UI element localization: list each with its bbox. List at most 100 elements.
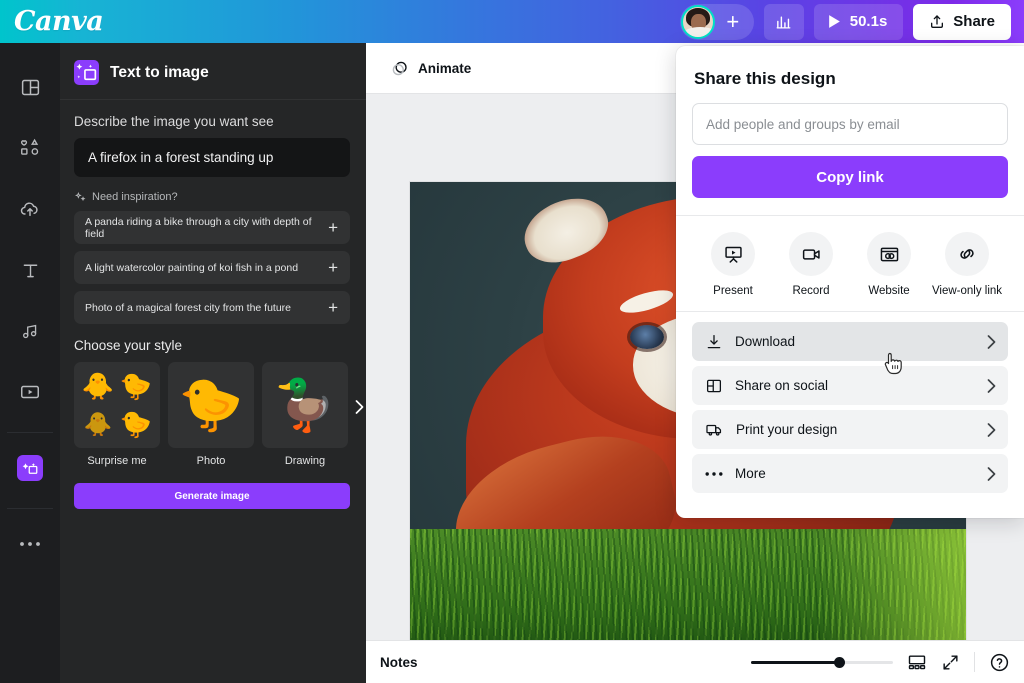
zoom-slider[interactable] xyxy=(751,654,893,670)
rail-divider xyxy=(7,432,53,433)
add-suggestion-button[interactable]: + xyxy=(328,219,338,236)
more-menu-item[interactable]: More xyxy=(692,454,1008,493)
drawing-duck-icon: 🦆 xyxy=(262,362,348,448)
bottom-bar-divider xyxy=(974,652,975,672)
sidebar-item-design[interactable] xyxy=(7,59,53,115)
download-menu-item[interactable]: Download xyxy=(692,322,1008,361)
share-button-label: Share xyxy=(953,13,995,30)
list-item[interactable]: A light watercolor painting of koi fish … xyxy=(74,251,350,284)
text-to-image-panel: Text to image Describe the image you wan… xyxy=(60,43,366,683)
grid-view-button[interactable] xyxy=(907,652,927,672)
four-ducks-grid-icon: 🐥 🐤 🐥 🐤 xyxy=(74,362,160,448)
website-button[interactable]: Website xyxy=(853,232,925,297)
copy-link-button[interactable]: Copy link xyxy=(692,156,1008,198)
cloud-upload-icon xyxy=(19,198,41,220)
help-button[interactable] xyxy=(989,652,1010,673)
share-menu-list: Download Share on social Print your desi… xyxy=(692,312,1008,493)
collaborators-group: + xyxy=(679,3,754,40)
style-carousel: 🐥 🐤 🐥 🐤 Surprise me 🐤 Photo 🦆 Drawing xyxy=(74,362,363,467)
play-icon xyxy=(828,14,841,29)
magic-media-icon xyxy=(74,60,99,85)
menu-item-label: More xyxy=(735,466,766,481)
sidebar-item-audio[interactable] xyxy=(7,303,53,359)
record-button[interactable]: Record xyxy=(775,232,847,297)
need-inspiration-row: Need inspiration? xyxy=(75,191,350,203)
chevron-right-icon xyxy=(987,422,996,437)
duration-label: 50.1s xyxy=(849,13,888,30)
chevron-right-icon[interactable] xyxy=(350,396,368,418)
ellipsis-icon xyxy=(705,471,723,477)
sidebar-item-uploads[interactable] xyxy=(7,181,53,237)
sidebar-item-text[interactable] xyxy=(7,242,53,298)
shapes-icon xyxy=(19,137,41,159)
ellipsis-icon xyxy=(19,540,41,548)
expand-button[interactable] xyxy=(941,653,960,672)
share-button[interactable]: Share xyxy=(913,3,1011,40)
quick-action-label: Present xyxy=(713,285,753,297)
style-option-drawing[interactable]: 🦆 Drawing xyxy=(262,362,348,467)
style-option-label: Surprise me xyxy=(87,455,147,467)
animate-circles-icon xyxy=(390,59,409,78)
play-duration-button[interactable]: 50.1s xyxy=(813,3,904,40)
share-on-social-menu-item[interactable]: Share on social xyxy=(692,366,1008,405)
delivery-truck-icon xyxy=(705,420,724,439)
panda-eye-left xyxy=(629,324,665,349)
download-arrow-icon xyxy=(705,333,723,351)
animate-button[interactable]: Animate xyxy=(380,52,481,84)
share-popover: Share this design Add people and groups … xyxy=(676,46,1024,518)
magic-media-icon xyxy=(17,455,43,481)
style-option-photo[interactable]: 🐤 Photo xyxy=(168,362,254,467)
need-inspiration-label: Need inspiration? xyxy=(92,191,178,203)
sidebar-item-videos[interactable] xyxy=(7,364,53,420)
panda-ear-left xyxy=(514,186,617,274)
video-camera-icon xyxy=(789,232,833,276)
panel-body: Describe the image you want see A firefo… xyxy=(60,100,366,509)
sidebar-item-elements[interactable] xyxy=(7,120,53,176)
list-item[interactable]: A panda riding a bike through a city wit… xyxy=(74,211,350,244)
sparkle-icon xyxy=(75,191,86,203)
add-suggestion-button[interactable]: + xyxy=(328,299,338,316)
add-suggestion-button[interactable]: + xyxy=(328,259,338,276)
print-your-design-menu-item[interactable]: Print your design xyxy=(692,410,1008,449)
list-item[interactable]: Photo of a magical forest city from the … xyxy=(74,291,350,324)
music-note-icon xyxy=(20,321,41,342)
chevron-right-icon xyxy=(987,466,996,481)
insights-button[interactable] xyxy=(763,3,804,40)
suggestion-label: A panda riding a bike through a city wit… xyxy=(85,215,312,240)
style-option-label: Drawing xyxy=(284,455,326,467)
menu-item-label: Print your design xyxy=(736,422,838,437)
suggestion-label: A light watercolor painting of koi fish … xyxy=(85,261,299,274)
sidebar-item-more[interactable] xyxy=(7,516,53,572)
view-only-link-button[interactable]: View-only link xyxy=(931,232,1003,297)
sidebar-item-apps[interactable] xyxy=(7,440,53,496)
present-button[interactable]: Present xyxy=(697,232,769,297)
zoom-handle[interactable] xyxy=(834,657,846,668)
panels-icon xyxy=(705,377,723,395)
quick-action-label: Record xyxy=(792,285,830,297)
canva-editor-window: Canva + 50.1s Share Text to image Descri… xyxy=(0,0,1024,683)
left-icon-rail xyxy=(0,43,60,683)
top-toolbar-right: + 50.1s Share xyxy=(679,3,1011,40)
generate-image-button[interactable]: Generate image xyxy=(74,483,350,509)
website-window-icon xyxy=(867,232,911,276)
menu-item-label: Share on social xyxy=(735,378,829,393)
suggestion-label: Photo of a magical forest city from the … xyxy=(85,301,292,314)
top-toolbar: Canva + 50.1s Share xyxy=(0,0,1024,43)
canva-logo[interactable]: Canva xyxy=(14,6,104,37)
animate-button-label: Animate xyxy=(418,60,472,76)
link-chain-icon xyxy=(945,232,989,276)
editor-bottom-bar: Notes xyxy=(366,640,1024,683)
bottom-bar-right xyxy=(751,652,1010,673)
prompt-input[interactable]: A firefox in a forest standing up xyxy=(74,138,350,177)
add-collaborator-button[interactable]: + xyxy=(720,9,746,35)
choose-style-label: Choose your style xyxy=(74,338,183,353)
share-email-input[interactable]: Add people and groups by email xyxy=(692,103,1008,145)
notes-button[interactable]: Notes xyxy=(380,655,418,670)
share-panel-title: Share this design xyxy=(694,69,836,88)
present-screen-icon xyxy=(711,232,755,276)
bar-chart-icon xyxy=(775,13,792,30)
style-option-surprise-me[interactable]: 🐥 🐤 🐥 🐤 Surprise me xyxy=(74,362,160,467)
page-title: Text to image xyxy=(110,63,209,81)
avatar[interactable] xyxy=(680,4,715,39)
menu-item-label: Download xyxy=(735,334,796,349)
